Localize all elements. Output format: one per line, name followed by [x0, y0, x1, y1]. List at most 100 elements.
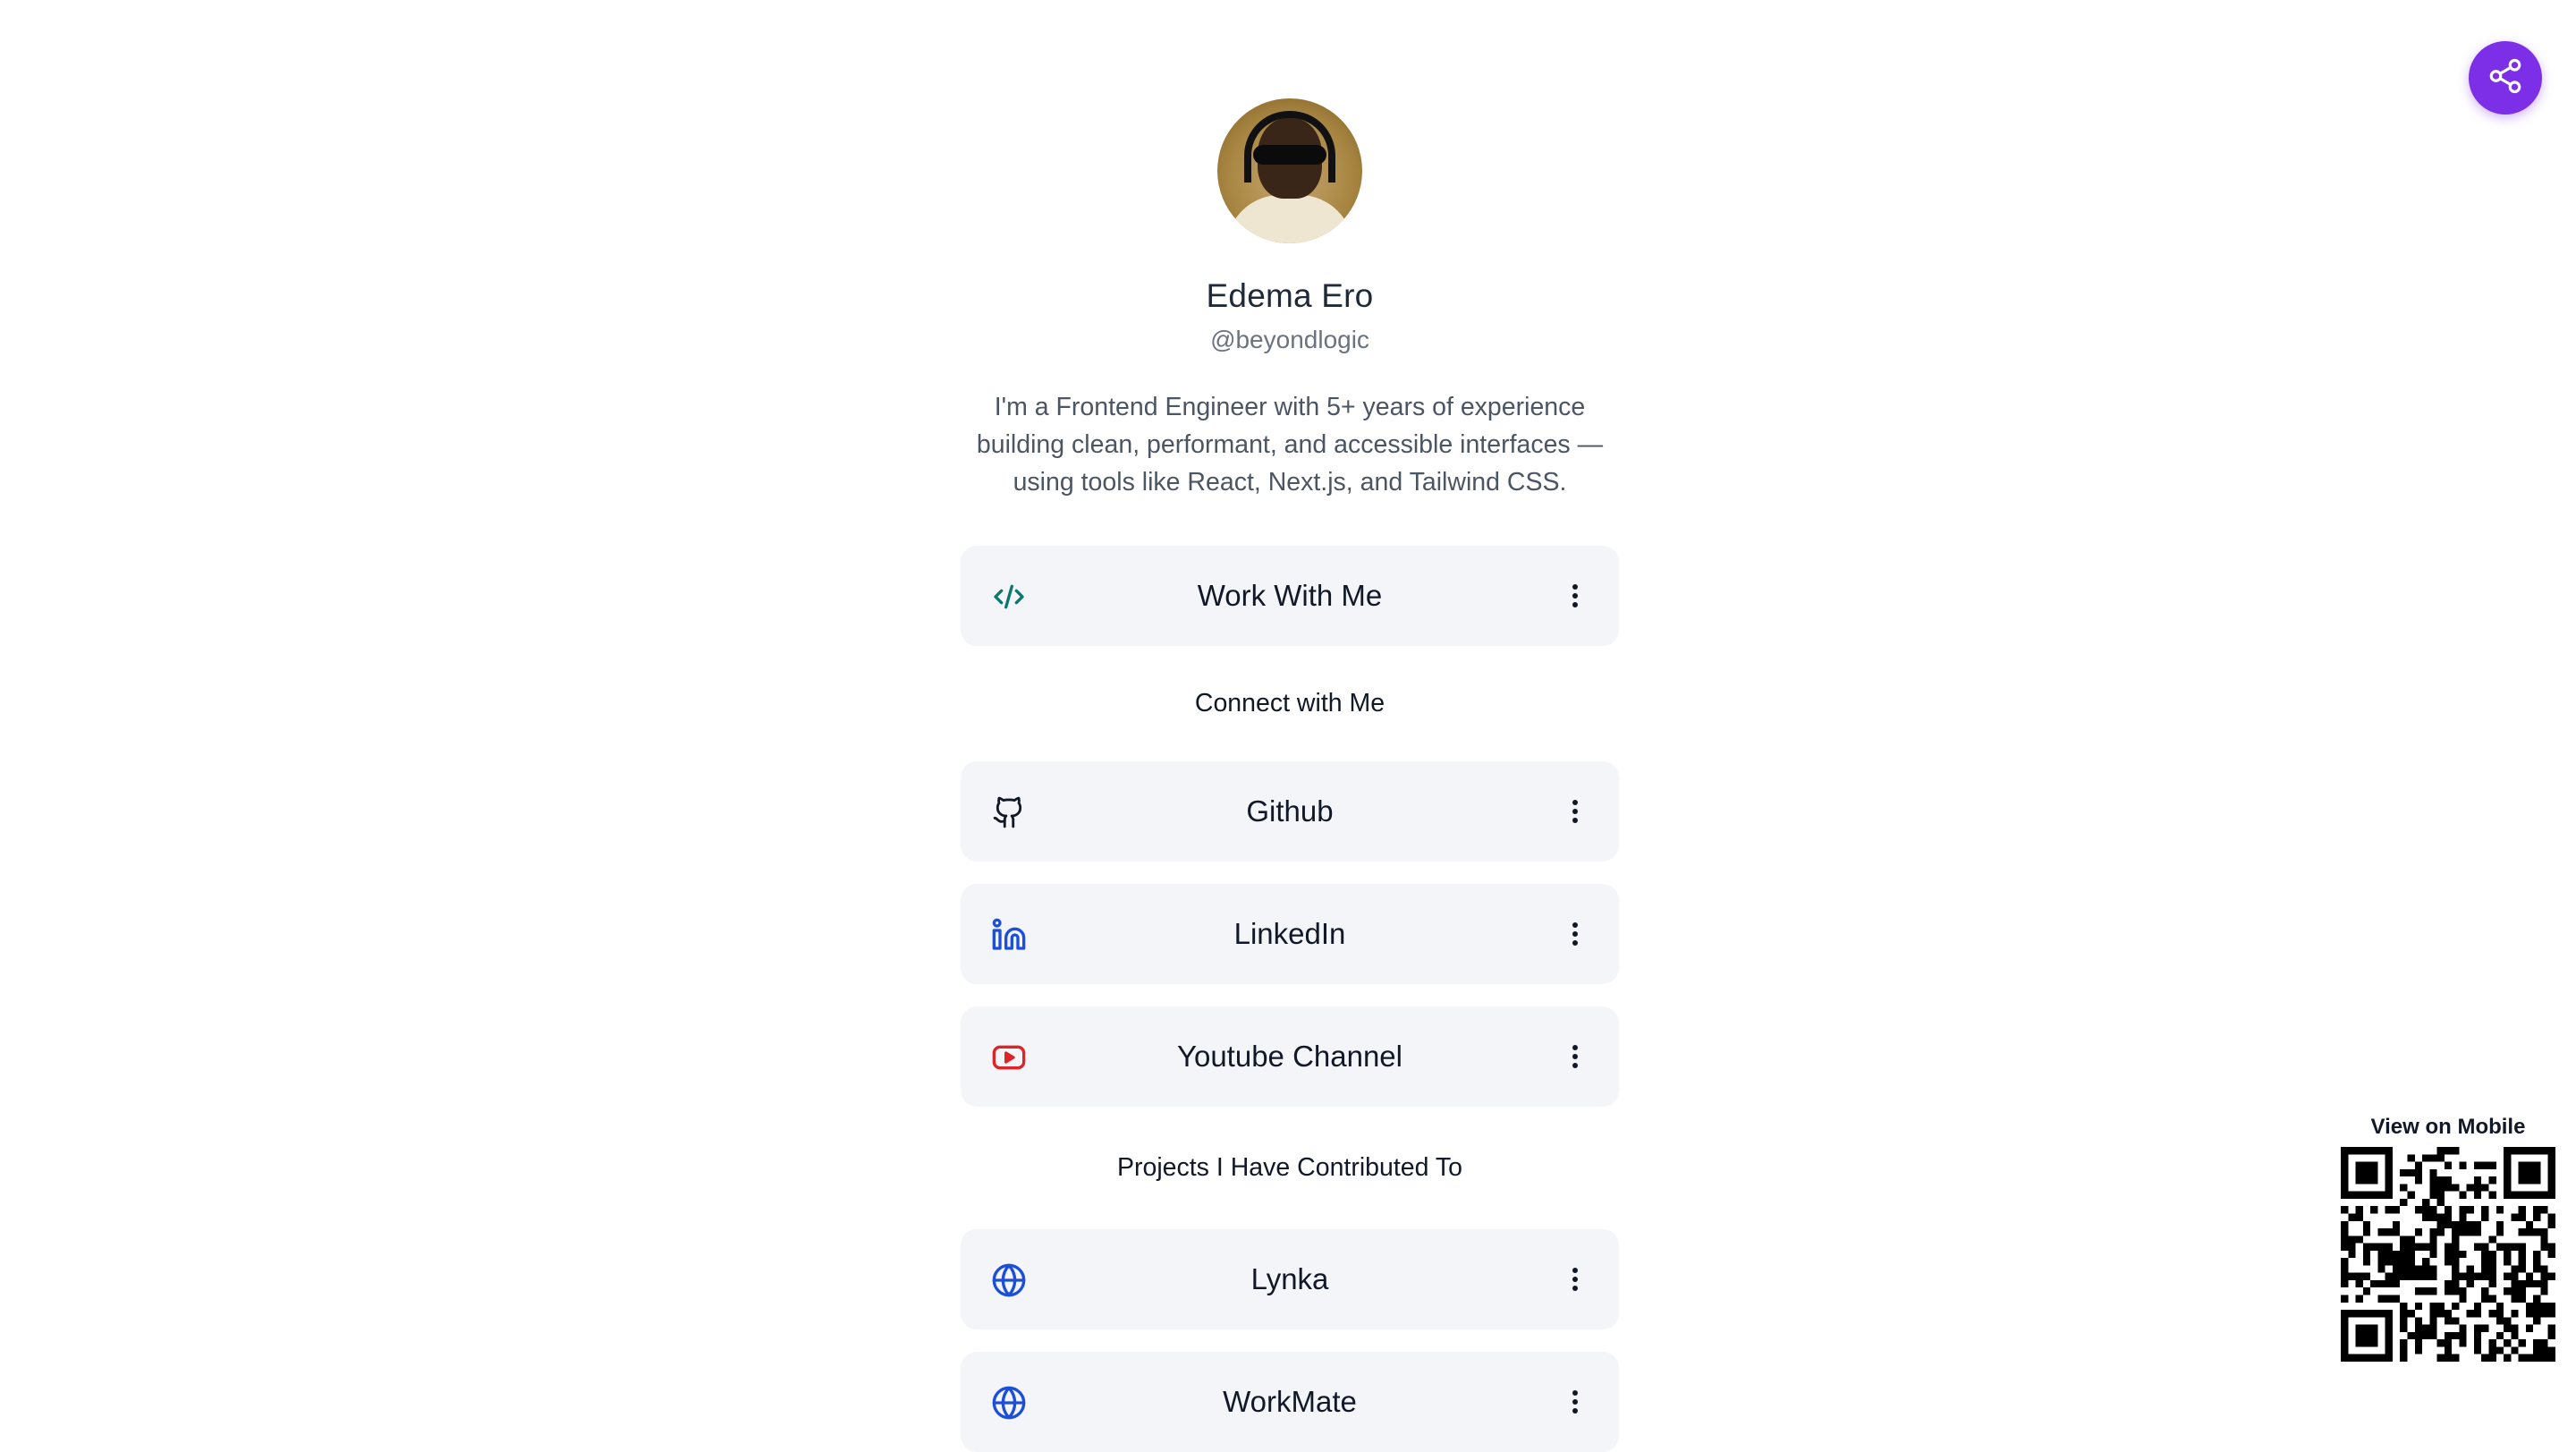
qr-module	[2452, 1228, 2460, 1236]
qr-module	[2385, 1154, 2393, 1162]
qr-module	[2518, 1161, 2526, 1169]
qr-module	[2377, 1228, 2385, 1236]
qr-module	[2466, 1265, 2474, 1273]
qr-module	[2452, 1243, 2460, 1251]
qr-module	[2414, 1331, 2423, 1340]
more-options-icon[interactable]	[1562, 1261, 1589, 1297]
qr-module	[2518, 1168, 2526, 1177]
qr-module	[2377, 1279, 2385, 1288]
qr-module	[2392, 1258, 2401, 1266]
qr-module	[2547, 1176, 2555, 1185]
qr-module	[2444, 1147, 2453, 1155]
qr-module	[2511, 1346, 2519, 1354]
link-work-with-me[interactable]: Work With Me	[961, 546, 1619, 646]
qr-module	[2533, 1302, 2541, 1311]
qr-module	[2518, 1265, 2526, 1273]
qr-module	[2400, 1339, 2408, 1347]
qr-module	[2370, 1161, 2378, 1169]
qr-module	[2511, 1243, 2519, 1251]
link-youtube[interactable]: Youtube Channel	[961, 1006, 1619, 1107]
qr-module	[2488, 1235, 2496, 1244]
qr-module	[2370, 1279, 2378, 1288]
qr-module	[2452, 1354, 2460, 1362]
qr-module	[2473, 1324, 2482, 1332]
qr-module	[2414, 1339, 2423, 1347]
link-linkedin[interactable]: LinkedIn	[961, 884, 1619, 984]
qr-label: View on Mobile	[2370, 1115, 2526, 1139]
qr-module	[2429, 1250, 2437, 1259]
qr-module	[2355, 1213, 2363, 1221]
qr-module	[2436, 1302, 2445, 1311]
qr-module	[2504, 1168, 2512, 1177]
qr-module	[2466, 1184, 2474, 1192]
qr-module	[2511, 1213, 2519, 1221]
qr-module	[2385, 1258, 2393, 1266]
qr-module	[2362, 1243, 2371, 1251]
qr-module	[2407, 1154, 2415, 1162]
qr-module	[2504, 1147, 2512, 1155]
link-lynka[interactable]: Lynka	[961, 1229, 1619, 1329]
share-button[interactable]	[2469, 41, 2542, 115]
qr-module	[2429, 1324, 2437, 1332]
profile-bio: I'm a Frontend Engineer with 5+ years of…	[976, 393, 1604, 497]
qr-module	[2407, 1250, 2415, 1259]
qr-module	[2473, 1191, 2482, 1199]
qr-module	[2348, 1354, 2356, 1362]
qr-module	[2444, 1339, 2453, 1347]
qr-module	[2547, 1250, 2555, 1259]
more-options-icon[interactable]	[1562, 1384, 1589, 1420]
qr-module	[2407, 1243, 2415, 1251]
qr-module	[2400, 1258, 2408, 1266]
qr-module	[2341, 1272, 2349, 1280]
qr-module	[2496, 1243, 2504, 1251]
qr-module	[2348, 1191, 2356, 1199]
qr-module	[2422, 1331, 2430, 1340]
qr-module	[2400, 1198, 2408, 1207]
qr-module	[2436, 1184, 2445, 1192]
qr-module	[2496, 1220, 2504, 1229]
more-options-icon[interactable]	[1562, 916, 1589, 952]
qr-module	[2533, 1295, 2541, 1303]
qr-module	[2547, 1184, 2555, 1192]
link-github[interactable]: Github	[961, 761, 1619, 862]
qr-module	[2504, 1176, 2512, 1185]
qr-module	[2414, 1324, 2423, 1332]
qr-module	[2407, 1331, 2415, 1340]
qr-module	[2518, 1354, 2526, 1362]
qr-module	[2452, 1331, 2460, 1340]
qr-module	[2540, 1310, 2548, 1318]
qr-module	[2362, 1228, 2371, 1236]
qr-module	[2525, 1168, 2534, 1177]
qr-module	[2385, 1317, 2393, 1325]
qr-module	[2429, 1213, 2437, 1221]
globe-icon	[991, 1385, 1027, 1421]
qr-module	[2392, 1265, 2401, 1273]
qr-module	[2540, 1302, 2548, 1311]
qr-module	[2481, 1324, 2489, 1332]
more-options-icon[interactable]	[1562, 794, 1589, 829]
qr-module	[2459, 1287, 2467, 1295]
qr-module	[2518, 1279, 2526, 1288]
more-options-icon[interactable]	[1562, 578, 1589, 614]
link-next-project[interactable]: WorkMate	[961, 1352, 1619, 1452]
qr-module	[2540, 1228, 2548, 1236]
qr-module	[2547, 1243, 2555, 1251]
qr-module	[2407, 1265, 2415, 1273]
more-options-icon[interactable]	[1562, 1039, 1589, 1074]
qr-module	[2444, 1243, 2453, 1251]
qr-module	[2444, 1354, 2453, 1362]
qr-module	[2473, 1339, 2482, 1347]
qr-module	[2377, 1295, 2385, 1303]
qr-module	[2400, 1184, 2408, 1192]
qr-module	[2422, 1272, 2430, 1280]
qr-module	[2385, 1243, 2393, 1251]
qr-module	[2422, 1213, 2430, 1221]
qr-module	[2533, 1206, 2541, 1214]
avatar-glasses	[1253, 145, 1326, 165]
qr-module	[2466, 1310, 2474, 1318]
qr-module	[2385, 1191, 2393, 1199]
qr-module	[2473, 1176, 2482, 1185]
qr-module	[2436, 1220, 2445, 1229]
qr-module	[2533, 1265, 2541, 1273]
qr-module	[2547, 1310, 2555, 1318]
